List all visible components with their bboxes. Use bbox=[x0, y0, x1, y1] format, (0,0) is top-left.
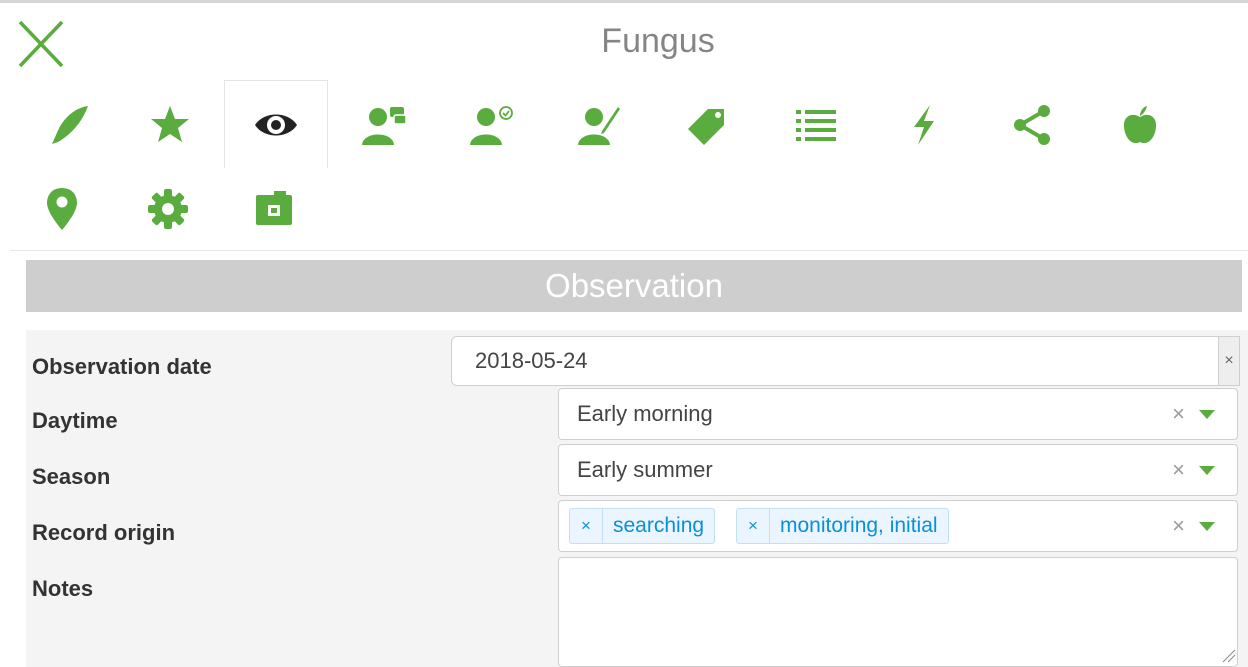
tab-settings[interactable] bbox=[116, 166, 220, 252]
user-check-icon bbox=[470, 106, 513, 145]
tab-tag[interactable] bbox=[656, 82, 760, 168]
lightning-icon bbox=[914, 105, 934, 145]
observation-date-input[interactable]: 2018-05-24 bbox=[451, 336, 1219, 386]
tab-star[interactable] bbox=[118, 82, 222, 168]
chip-monitoring-initial: × monitoring, initial bbox=[736, 508, 949, 544]
camera-icon bbox=[256, 191, 292, 225]
tab-user-chat[interactable] bbox=[332, 82, 436, 168]
record-origin-label: Record origin bbox=[32, 520, 176, 545]
tab-camera[interactable] bbox=[222, 166, 326, 252]
season-clear-button[interactable]: × bbox=[1172, 445, 1185, 495]
chip-remove-button[interactable]: × bbox=[570, 509, 603, 543]
record-origin-select[interactable]: × searching × monitoring, initial × bbox=[558, 500, 1238, 552]
tab-share[interactable] bbox=[980, 82, 1084, 168]
apple-icon bbox=[1123, 106, 1157, 144]
observation-date-clear-button[interactable]: × bbox=[1218, 336, 1240, 386]
gear-icon bbox=[148, 189, 188, 229]
chevron-down-icon[interactable] bbox=[1199, 410, 1215, 419]
map-marker-icon bbox=[47, 188, 77, 230]
top-border bbox=[0, 0, 1248, 3]
tab-user-check[interactable] bbox=[440, 82, 544, 168]
eye-icon bbox=[255, 114, 297, 135]
user-edit-icon bbox=[578, 107, 620, 145]
season-select[interactable]: Early summer × bbox=[558, 444, 1238, 496]
season-label: Season bbox=[32, 464, 111, 489]
daytime-label: Daytime bbox=[32, 408, 118, 433]
nav-divider bbox=[10, 250, 1248, 251]
star-icon bbox=[151, 106, 189, 142]
page-title: Fungus bbox=[601, 22, 715, 60]
tab-observation[interactable] bbox=[224, 80, 328, 168]
tab-lightning[interactable] bbox=[872, 82, 976, 168]
feather-icon bbox=[52, 106, 88, 144]
record-origin-clear-button[interactable]: × bbox=[1172, 501, 1185, 551]
notes-label: Notes bbox=[32, 576, 94, 601]
share-icon bbox=[1014, 105, 1050, 145]
chip-remove-button[interactable]: × bbox=[737, 509, 770, 543]
section-header: Observation bbox=[26, 260, 1242, 312]
daytime-select[interactable]: Early morning × bbox=[558, 388, 1238, 440]
observation-date-label: Observation date bbox=[32, 354, 212, 379]
chip-label: searching bbox=[613, 514, 705, 537]
tab-user-edit[interactable] bbox=[548, 82, 652, 168]
tag-icon bbox=[688, 109, 724, 145]
notes-textarea[interactable] bbox=[558, 557, 1238, 667]
chip-label: monitoring, initial bbox=[780, 514, 938, 537]
user-chat-icon bbox=[362, 107, 407, 145]
list-icon bbox=[796, 110, 836, 141]
season-value: Early summer bbox=[577, 457, 713, 482]
daytime-value: Early morning bbox=[577, 401, 713, 426]
tab-apple[interactable] bbox=[1088, 82, 1192, 168]
chip-searching: × searching bbox=[569, 508, 716, 544]
tab-feather[interactable] bbox=[18, 82, 122, 168]
chevron-down-icon[interactable] bbox=[1199, 466, 1215, 475]
tab-list[interactable] bbox=[764, 82, 868, 168]
tab-location[interactable] bbox=[10, 166, 114, 252]
chevron-down-icon[interactable] bbox=[1199, 522, 1215, 531]
daytime-clear-button[interactable]: × bbox=[1172, 389, 1185, 439]
